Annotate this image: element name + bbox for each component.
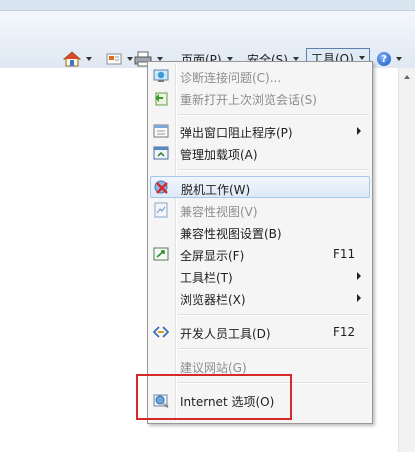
menu-item-label: 工具栏(T) [180, 271, 233, 285]
menu-item-label: 开发人员工具(D) [180, 327, 271, 341]
menu-item-label: 管理加载项(A) [180, 148, 258, 162]
home-icon [63, 51, 81, 67]
submenu-arrow-icon [357, 127, 361, 135]
diagnose-connection-icon [153, 69, 169, 82]
menu-item-fullscreen[interactable]: 全屏显示(F) F11 [150, 243, 370, 265]
help-dropdown-arrow[interactable] [396, 57, 402, 61]
menu-item-compatibility-view[interactable]: 兼容性视图(V) [150, 199, 370, 221]
work-offline-icon [154, 180, 168, 194]
command-bar: 页面(P) 安全(S) 工具(O) ? [0, 11, 415, 68]
menu-item-label: 浏览器栏(X) [180, 293, 246, 307]
scroll-up-arrow[interactable] [404, 75, 410, 79]
compatibility-view-icon [154, 202, 168, 218]
menu-item-label: 全屏显示(F) [180, 249, 245, 263]
menu-item-label: 兼容性视图(V) [180, 205, 258, 219]
menu-item-compatibility-view-settings[interactable]: 兼容性视图设置(B) [150, 221, 370, 243]
manage-addons-icon [153, 146, 169, 160]
menu-separator [178, 169, 369, 171]
chevron-down-icon [358, 56, 365, 60]
home-dropdown-arrow[interactable] [86, 57, 92, 61]
menu-item-reopen-session[interactable]: 重新打开上次浏览会话(S) [150, 87, 370, 109]
menu-item-label: 弹出窗口阻止程序(P) [180, 126, 293, 140]
home-button[interactable] [63, 48, 92, 70]
menu-item-shortcut: F11 [333, 247, 356, 261]
popup-blocker-icon [153, 124, 169, 138]
menu-item-toolbars[interactable]: 工具栏(T) [150, 265, 370, 287]
submenu-arrow-icon [357, 272, 361, 280]
menu-separator [178, 348, 369, 350]
reopen-session-icon [155, 92, 168, 106]
feeds-dropdown-arrow[interactable] [127, 57, 133, 61]
menu-item-developer-tools[interactable]: 开发人员工具(D) F12 [150, 321, 370, 343]
menu-item-work-offline[interactable]: 脱机工作(W) [150, 176, 370, 198]
feeds-icon [106, 53, 122, 65]
menu-item-label: 脱机工作(W) [181, 183, 251, 197]
menu-separator [178, 314, 369, 316]
vertical-scrollbar[interactable] [398, 68, 415, 452]
menu-item-diagnose-connection[interactable]: 诊断连接问题(C)... [150, 65, 370, 87]
menu-item-label: 兼容性视图设置(B) [180, 227, 282, 241]
menu-item-popup-blocker[interactable]: 弹出窗口阻止程序(P) [150, 120, 370, 142]
help-icon: ? [377, 52, 391, 66]
menu-separator [178, 114, 369, 116]
window-top-strip [0, 0, 415, 11]
menu-item-manage-addons[interactable]: 管理加载项(A) [150, 142, 370, 164]
fullscreen-icon [153, 247, 169, 261]
menu-item-explorer-bars[interactable]: 浏览器栏(X) [150, 287, 370, 309]
tools-dropdown-menu: 诊断连接问题(C)... 重新打开上次浏览会话(S) 弹出窗口阻止程序(P) 管… [147, 61, 373, 424]
menu-item-label: 诊断连接问题(C)... [180, 71, 282, 85]
submenu-arrow-icon [357, 294, 361, 302]
menu-item-label: 重新打开上次浏览会话(S) [180, 93, 317, 107]
developer-tools-icon [153, 326, 169, 338]
highlight-annotation-box [136, 374, 292, 420]
help-button[interactable]: ? [377, 48, 402, 70]
feeds-button[interactable] [106, 48, 133, 70]
menu-item-shortcut: F12 [333, 325, 356, 339]
